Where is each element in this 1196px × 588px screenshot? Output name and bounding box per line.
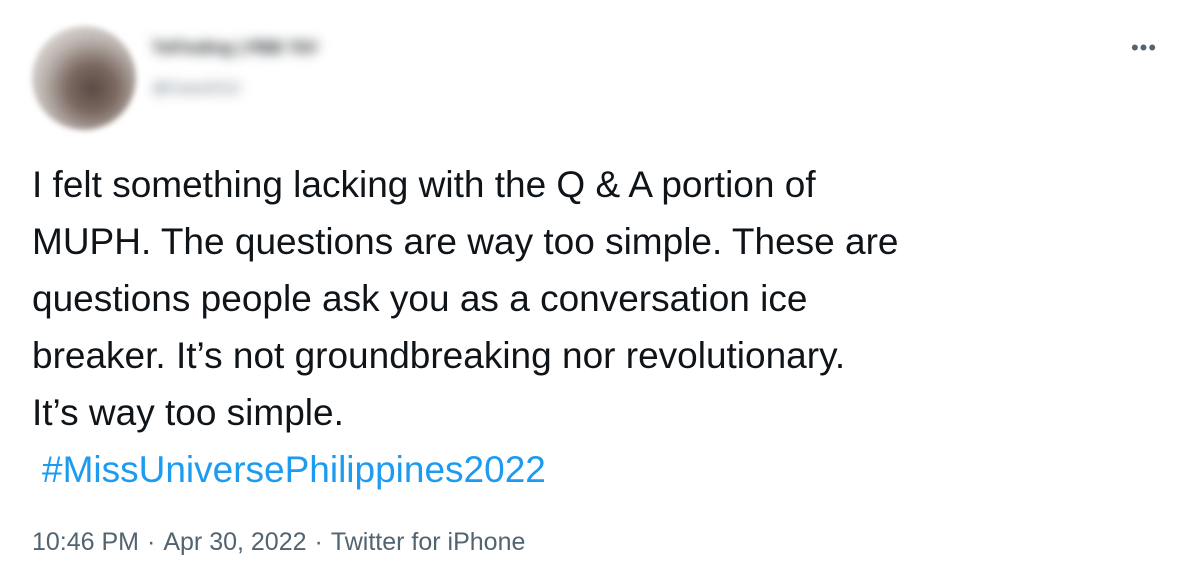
author-handle[interactable]: @Cass2212 — [152, 80, 240, 98]
more-options-button[interactable]: ••• — [1124, 36, 1164, 60]
tweet-source[interactable]: Twitter for iPhone — [331, 528, 526, 556]
tweet-text: I felt something lacking with the Q & A … — [32, 156, 1152, 498]
author-info[interactable]: ToFinding | PBB TAY @Cass2212 — [152, 38, 372, 108]
tweet-card: ToFinding | PBB TAY @Cass2212 ••• I felt… — [0, 0, 1196, 588]
avatar[interactable] — [32, 26, 136, 130]
more-horizontal-icon: ••• — [1130, 35, 1158, 60]
tweet-text-line: questions people ask you as a conversati… — [32, 278, 808, 319]
tweet-text-line: breaker. It’s not groundbreaking nor rev… — [32, 335, 846, 376]
meta-separator: · — [314, 528, 323, 556]
tweet-text-line: I felt something lacking with the Q & A … — [32, 164, 816, 205]
tweet-text-line: MUPH. The questions are way too simple. … — [32, 221, 899, 262]
tweet-time[interactable]: 10:46 PM — [32, 528, 139, 556]
tweet-date[interactable]: Apr 30, 2022 — [163, 528, 306, 556]
author-display-name[interactable]: ToFinding | PBB TAY — [152, 38, 319, 58]
tweet-metadata: 10:46 PM · Apr 30, 2022 · Twitter for iPhone — [32, 524, 525, 560]
tweet-text-line: It’s way too simple. — [32, 392, 344, 433]
meta-separator: · — [147, 528, 156, 556]
hashtag-link[interactable]: #MissUniversePhilippines2022 — [42, 441, 546, 498]
